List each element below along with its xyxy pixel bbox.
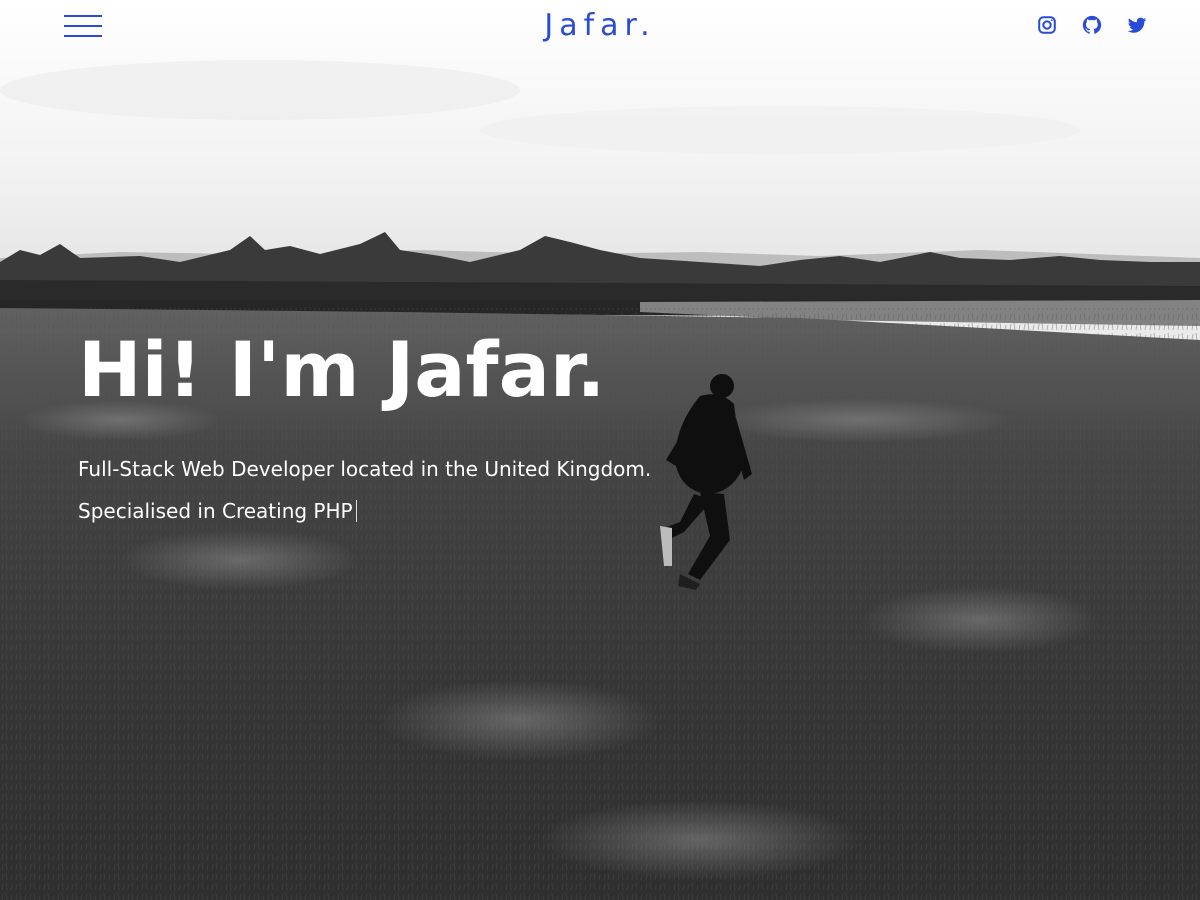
page: Jafar. Hi! I'm Jafar. Full-Stack Web Dev…	[0, 0, 1200, 900]
github-icon[interactable]	[1081, 14, 1103, 36]
hamburger-line	[64, 15, 102, 17]
hamburger-menu-icon[interactable]	[64, 14, 102, 38]
typing-cursor	[355, 500, 357, 522]
hero-typed-line: Specialised in Creating PHP	[78, 498, 651, 524]
navbar: Jafar.	[0, 0, 1200, 52]
hero-subtitle: Full-Stack Web Developer located in the …	[78, 457, 652, 481]
social-links	[1036, 14, 1148, 36]
twitter-icon[interactable]	[1126, 14, 1148, 36]
hero-title: Hi! I'm Jafar.	[78, 325, 606, 414]
hamburger-line	[64, 25, 102, 27]
hamburger-line	[64, 35, 102, 37]
brand-logo-wrapper: Jafar.	[0, 4, 1200, 48]
hero-typed-text: Specialised in Creating PHP	[78, 499, 353, 523]
instagram-icon[interactable]	[1036, 14, 1058, 36]
hero-text: Hi! I'm Jafar. Full-Stack Web Developer …	[78, 324, 651, 524]
brand-logo[interactable]: Jafar.	[544, 8, 655, 43]
